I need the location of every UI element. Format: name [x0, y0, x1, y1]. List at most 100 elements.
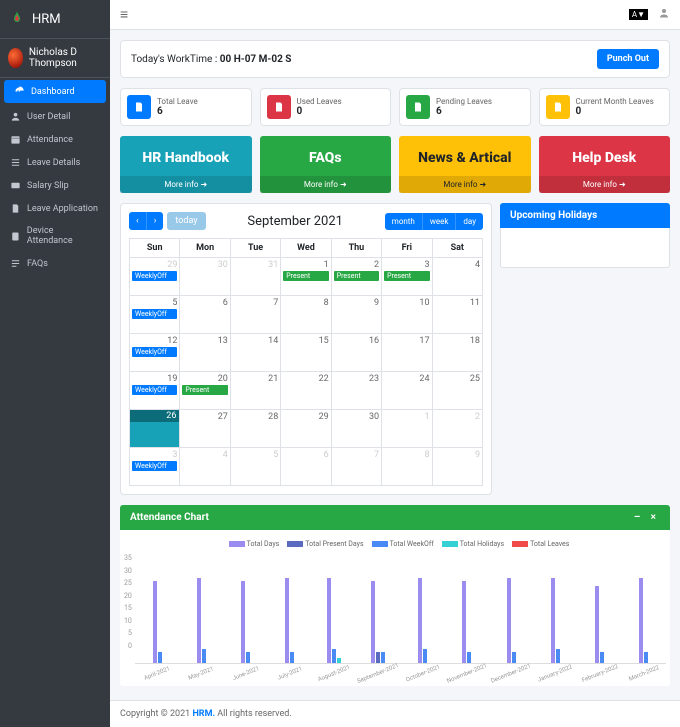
calendar-cell[interactable]: 27 [180, 410, 230, 448]
sidebar-user[interactable]: Nicholas D Thompson [0, 39, 110, 78]
calendar-event[interactable]: WeeklyOff [132, 309, 177, 319]
brand[interactable]: HRM [0, 0, 110, 39]
day-number: 2 [435, 412, 480, 422]
calendar-cell[interactable]: 14 [230, 334, 280, 372]
nav-item-user-detail[interactable]: User Detail [0, 105, 110, 128]
legend-label: Total WeekOff [390, 540, 434, 548]
nav-item-leave-details[interactable]: Leave Details [0, 151, 110, 174]
bar [423, 649, 427, 663]
nav-item-salary-slip[interactable]: Salary Slip [0, 174, 110, 197]
calendar-event[interactable]: Present [384, 271, 429, 281]
calendar-cell[interactable]: 8 [281, 296, 331, 334]
language-switch[interactable]: A▼ [629, 9, 648, 20]
calendar-cell[interactable]: 24 [382, 372, 432, 410]
info-card[interactable]: FAQsMore info ➜ [260, 136, 392, 193]
calendar-cell[interactable]: 5WeeklyOff [130, 296, 180, 334]
calendar-cell[interactable]: 22 [281, 372, 331, 410]
bar [371, 581, 375, 663]
calendar-cell[interactable]: 18 [432, 334, 482, 372]
view-month-button[interactable]: month [385, 213, 422, 230]
bar [462, 581, 466, 663]
punch-out-button[interactable]: Punch Out [597, 49, 659, 69]
calendar-cell[interactable]: 19WeeklyOff [130, 372, 180, 410]
calendar-cell[interactable]: 21 [230, 372, 280, 410]
view-day-button[interactable]: day [455, 213, 483, 230]
calendar-cell[interactable]: 29 [281, 410, 331, 448]
more-info-link[interactable]: More info ➜ [120, 176, 252, 193]
view-week-button[interactable]: week [422, 213, 456, 230]
calendar-cell[interactable]: 31 [230, 258, 280, 296]
info-card[interactable]: Help DeskMore info ➜ [539, 136, 671, 193]
nav-item-attendance[interactable]: Attendance [0, 128, 110, 151]
calendar-cell[interactable]: 6 [180, 296, 230, 334]
calendar-cell[interactable]: 28 [230, 410, 280, 448]
calendar-today-button[interactable]: today [167, 212, 205, 230]
user-name: Nicholas D Thompson [29, 47, 102, 69]
calendar-prev-button[interactable]: ‹ [129, 212, 146, 230]
calendar-cell[interactable]: 23 [331, 372, 381, 410]
calendar-cell[interactable]: 3WeeklyOff [130, 448, 180, 486]
info-card[interactable]: News & ArticalMore info ➜ [399, 136, 531, 193]
arrow-circle-icon: ➜ [479, 180, 486, 189]
calendar-cell[interactable]: 26 [130, 410, 180, 448]
calendar-cell[interactable]: 12WeeklyOff [130, 334, 180, 372]
chart-controls[interactable]: – × [634, 512, 660, 523]
day-number: 3 [384, 260, 429, 270]
calendar-cell[interactable]: 20Present [180, 372, 230, 410]
calendar-cell[interactable]: 1 [382, 410, 432, 448]
calendar-cell[interactable]: 2Present [331, 258, 381, 296]
nav-item-leave-application[interactable]: Leave Application [0, 197, 110, 220]
calendar-cell[interactable]: 4 [432, 258, 482, 296]
more-info-link[interactable]: More info ➜ [260, 176, 392, 193]
calendar-cell[interactable]: 2 [432, 410, 482, 448]
calendar-cell[interactable]: 7 [331, 448, 381, 486]
calendar-cell[interactable]: 29WeeklyOff [130, 258, 180, 296]
holidays-card: Upcoming Holidays [500, 203, 670, 495]
day-number: 6 [182, 298, 227, 308]
calendar-event[interactable]: Present [182, 385, 227, 395]
calendar-cell[interactable]: 30 [180, 258, 230, 296]
user-icon[interactable] [658, 7, 670, 22]
legend-swatch [512, 541, 528, 547]
user-icon [10, 111, 21, 122]
calendar-event[interactable]: WeeklyOff [132, 347, 177, 357]
stats-row: Total Leave6Used Leaves0Pending Leaves6C… [120, 88, 670, 126]
more-info-link[interactable]: More info ➜ [399, 176, 531, 193]
calendar-cell[interactable]: 13 [180, 334, 230, 372]
more-info-link[interactable]: More info ➜ [539, 176, 671, 193]
calendar-cell[interactable]: 4 [180, 448, 230, 486]
calendar-cell[interactable]: 7 [230, 296, 280, 334]
calendar-event[interactable]: WeeklyOff [132, 271, 177, 281]
calendar-event[interactable]: Present [334, 271, 379, 281]
nav-item-dashboard[interactable]: Dashboard [4, 80, 106, 103]
calendar-next-button[interactable]: › [146, 212, 164, 230]
calendar-cell[interactable]: 11 [432, 296, 482, 334]
calendar-cell[interactable]: 10 [382, 296, 432, 334]
nav-item-faqs[interactable]: FAQs [0, 252, 110, 275]
menu-toggle-icon[interactable]: ≡ [120, 6, 128, 23]
nav-item-device-attendance[interactable]: Device Attendance [0, 220, 110, 252]
calendar-event[interactable]: WeeklyOff [132, 461, 177, 471]
calendar-cell[interactable]: 5 [230, 448, 280, 486]
calendar-cell[interactable]: 15 [281, 334, 331, 372]
calendar-cell[interactable]: 9 [432, 448, 482, 486]
gauge-icon [14, 86, 25, 97]
stat-value: 0 [576, 106, 654, 117]
calendar-cell[interactable]: 1Present [281, 258, 331, 296]
info-card[interactable]: HR HandbookMore info ➜ [120, 136, 252, 193]
calendar-cell[interactable]: 17 [382, 334, 432, 372]
calendar-event[interactable]: Present [283, 271, 328, 281]
bar [376, 652, 380, 663]
day-number: 27 [182, 412, 227, 422]
legend-swatch [442, 541, 458, 547]
calendar-cell[interactable]: 3Present [382, 258, 432, 296]
calendar-cell[interactable]: 6 [281, 448, 331, 486]
calendar-cell[interactable]: 25 [432, 372, 482, 410]
calendar-cell[interactable]: 8 [382, 448, 432, 486]
nav-menu: DashboardUser DetailAttendanceLeave Deta… [0, 80, 110, 275]
bar [327, 578, 331, 663]
calendar-event[interactable]: WeeklyOff [132, 385, 177, 395]
calendar-cell[interactable]: 9 [331, 296, 381, 334]
calendar-cell[interactable]: 16 [331, 334, 381, 372]
calendar-cell[interactable]: 30 [331, 410, 381, 448]
